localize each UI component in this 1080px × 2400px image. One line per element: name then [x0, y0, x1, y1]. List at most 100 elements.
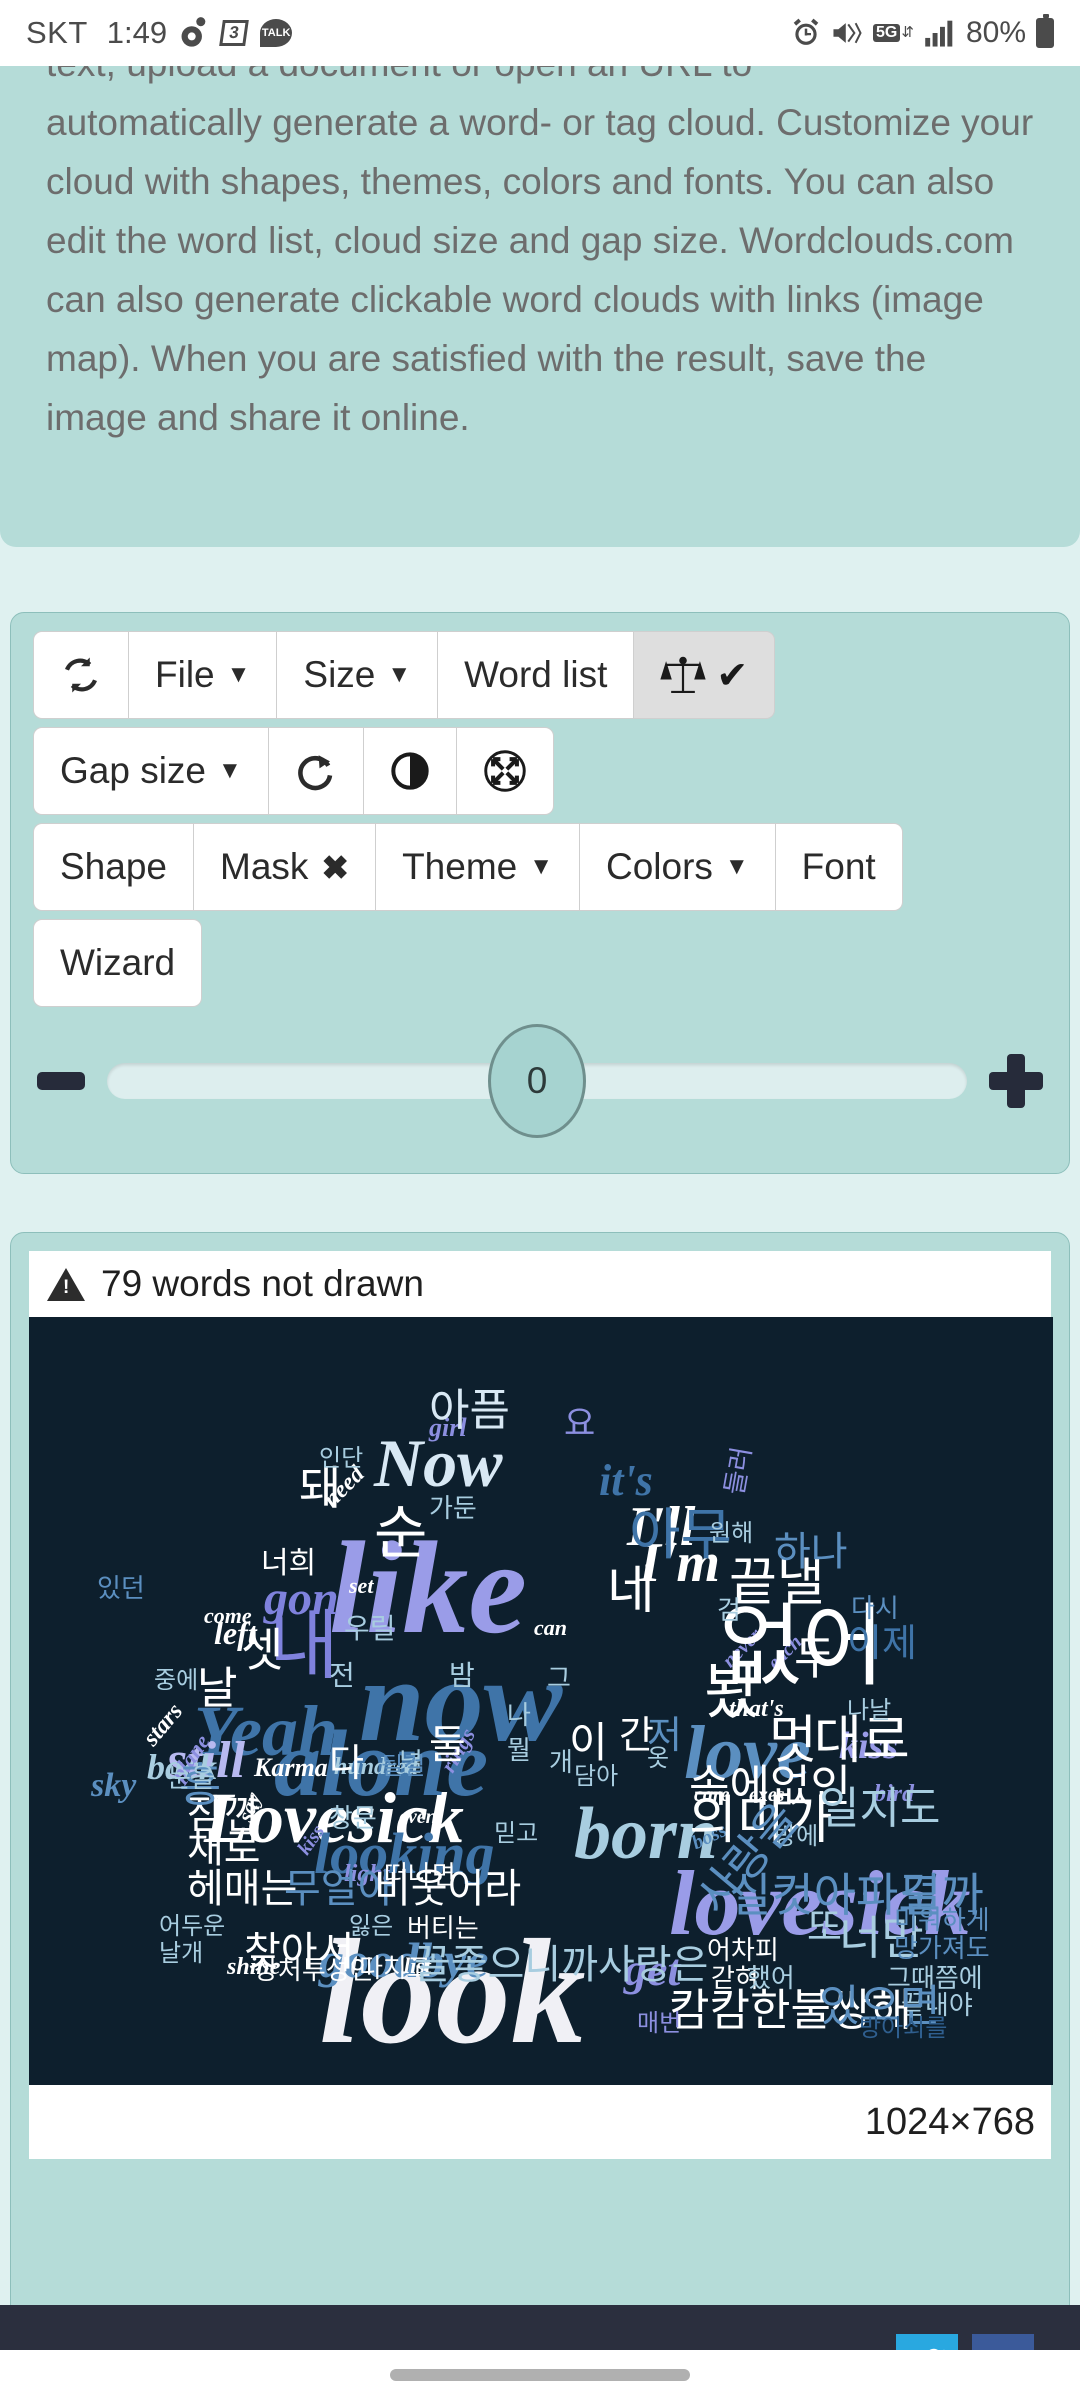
- cloud-word: 미워하게: [894, 1905, 990, 1935]
- cloud-word: 창문: [329, 1803, 377, 1833]
- cloud-word: 순: [374, 1501, 428, 1566]
- slider-track[interactable]: 0: [107, 1024, 967, 1138]
- carrier-label: SKT: [26, 15, 88, 50]
- kakaotalk-icon: TALK: [260, 19, 293, 47]
- location-icon: [180, 16, 208, 50]
- toolbar-row-1: File ▼ Size ▼ Word list ✔: [33, 631, 1047, 719]
- system-navigation-bar: [0, 2350, 1080, 2400]
- cloud-word: 헤매는: [187, 1867, 298, 1911]
- contrast-button[interactable]: [362, 727, 456, 815]
- intro-paragraph: automatically generate a word- or tag cl…: [46, 102, 1034, 438]
- cloud-word: even: [399, 1806, 437, 1828]
- theme-label: Theme: [402, 846, 518, 887]
- cloud-word: 어두운: [159, 1913, 226, 1940]
- cloud-word: 다시: [851, 1593, 899, 1623]
- cloud-word: set: [349, 1573, 374, 1598]
- cloud-word: 잃은: [349, 1913, 394, 1940]
- wordcloud-canvas[interactable]: like now look lovesick Lovesick alone born love…: [29, 1317, 1053, 2085]
- slider-thumb[interactable]: 0: [488, 1024, 586, 1138]
- cloud-word: 방아쇠를: [859, 2015, 948, 2042]
- chevron-down-icon: ▼: [724, 853, 749, 880]
- mask-button[interactable]: Mask ✖: [193, 823, 376, 911]
- cloud-word: 원해: [709, 1520, 754, 1547]
- cloud-word: 날개: [159, 1940, 204, 1967]
- expand-button[interactable]: [455, 727, 554, 815]
- refresh-icon: [60, 654, 102, 696]
- file-menu-button[interactable]: File ▼: [128, 631, 277, 719]
- cloud-word: 다: [329, 1743, 364, 1785]
- cloud-word: 믿고: [494, 1820, 539, 1847]
- toolbar-row-4: Wizard: [33, 919, 1047, 1007]
- cloud-word: 멋: [769, 1712, 817, 1770]
- rotate-cw-icon: [295, 750, 337, 792]
- chevron-down-icon: ▼: [226, 661, 251, 688]
- cloud-word: 날: [197, 1664, 238, 1713]
- cloud-word: 가둔: [429, 1493, 477, 1523]
- battery-icon: [1036, 14, 1054, 48]
- rotate-button[interactable]: [267, 727, 363, 815]
- cloud-word: it's: [599, 1456, 653, 1505]
- cloud-word: Karma: [254, 1753, 328, 1782]
- cloud-word: 채로: [187, 1827, 261, 1871]
- expand-arrows-icon: [483, 749, 527, 793]
- app-screen: SKT 1:49 3 TALK 5G ⇵ 80% text, upload a …: [0, 0, 1080, 2400]
- cloud-word: 될걸: [381, 1753, 426, 1780]
- status-bar-left: SKT 1:49 3 TALK: [26, 15, 791, 51]
- theme-menu-button[interactable]: Theme ▼: [375, 823, 579, 911]
- cloud-word: 떠나면: [384, 1860, 456, 1890]
- wizard-label: Wizard: [60, 942, 176, 983]
- wordcloud-panel: ! 79 words not drawn like now look lovesick…: [10, 1232, 1070, 2400]
- size-menu-label: Size: [303, 654, 376, 695]
- cloud-word: 이: [569, 1719, 608, 1766]
- chevron-down-icon: ▼: [529, 853, 553, 880]
- cloud-word: 있던: [97, 1573, 145, 1603]
- file-menu-label: File: [155, 654, 215, 695]
- cloud-word: 인단: [319, 1445, 364, 1472]
- warning-message: 79 words not drawn: [101, 1263, 424, 1304]
- gap-size-menu-button[interactable]: Gap size ▼: [33, 727, 268, 815]
- nav-gesture-pill[interactable]: [390, 2369, 690, 2381]
- cloud-word: 우릴: [344, 1613, 396, 1644]
- cloud-word: 이제: [847, 1623, 917, 1665]
- cloud-word: sky: [91, 1767, 137, 1804]
- gap-slider-row: 0: [33, 1024, 1047, 1138]
- shape-button[interactable]: Shape: [33, 823, 193, 911]
- cloud-word: 두: [794, 1632, 837, 1684]
- 5g-icon: 5G ⇵: [873, 24, 914, 42]
- increase-button[interactable]: [989, 1054, 1043, 1108]
- cloud-word: 너희: [261, 1547, 317, 1580]
- warning-bar: ! 79 words not drawn: [29, 1251, 1051, 1317]
- decrease-button[interactable]: [37, 1072, 85, 1090]
- scales-icon: [660, 653, 707, 697]
- word-list-button[interactable]: Word list: [437, 631, 634, 719]
- contrast-icon: [390, 751, 430, 791]
- balance-toggle-button[interactable]: ✔: [633, 631, 776, 719]
- font-label: Font: [801, 846, 876, 887]
- colors-menu-button[interactable]: Colors ▼: [578, 823, 775, 911]
- size-menu-button[interactable]: Size ▼: [276, 631, 438, 719]
- toolbar-row-3: Shape Mask ✖ Theme ▼ Colors ▼ Font: [33, 823, 1047, 911]
- font-button[interactable]: Font: [774, 823, 903, 911]
- toolbar-row-2: Gap size ▼: [33, 727, 1047, 815]
- cloud-word: 꼴좋으니까사랑은: [414, 1943, 709, 1987]
- calendar-3-icon: 3: [219, 20, 249, 46]
- cloud-word: 눈을: [167, 1763, 215, 1793]
- status-bar-right: 5G ⇵ 80%: [791, 14, 1054, 50]
- cloud-word: 둘: [429, 1723, 466, 1767]
- alarm-icon: [791, 18, 821, 48]
- wizard-button[interactable]: Wizard: [33, 919, 203, 1007]
- slider-value-label: 0: [526, 1060, 548, 1101]
- intro-clipped-line: text, upload a document or open an URL t…: [46, 62, 753, 84]
- cloud-word: 나날: [847, 1697, 892, 1724]
- cloud-word: 그: [547, 1663, 571, 1693]
- cloud-word: 밤: [449, 1660, 475, 1691]
- cloud-word: 셋: [241, 1624, 284, 1676]
- cloud-word: 네: [607, 1562, 655, 1620]
- clock-label: 1:49: [106, 15, 168, 50]
- cloud-word: 봤: [704, 1658, 762, 1727]
- refresh-button[interactable]: [33, 631, 128, 719]
- word-list-label: Word list: [464, 654, 608, 695]
- cloud-word: 아픔: [429, 1386, 510, 1435]
- cloud-word: 뭘: [507, 1735, 531, 1765]
- cloud-word: 또: [807, 1907, 842, 1949]
